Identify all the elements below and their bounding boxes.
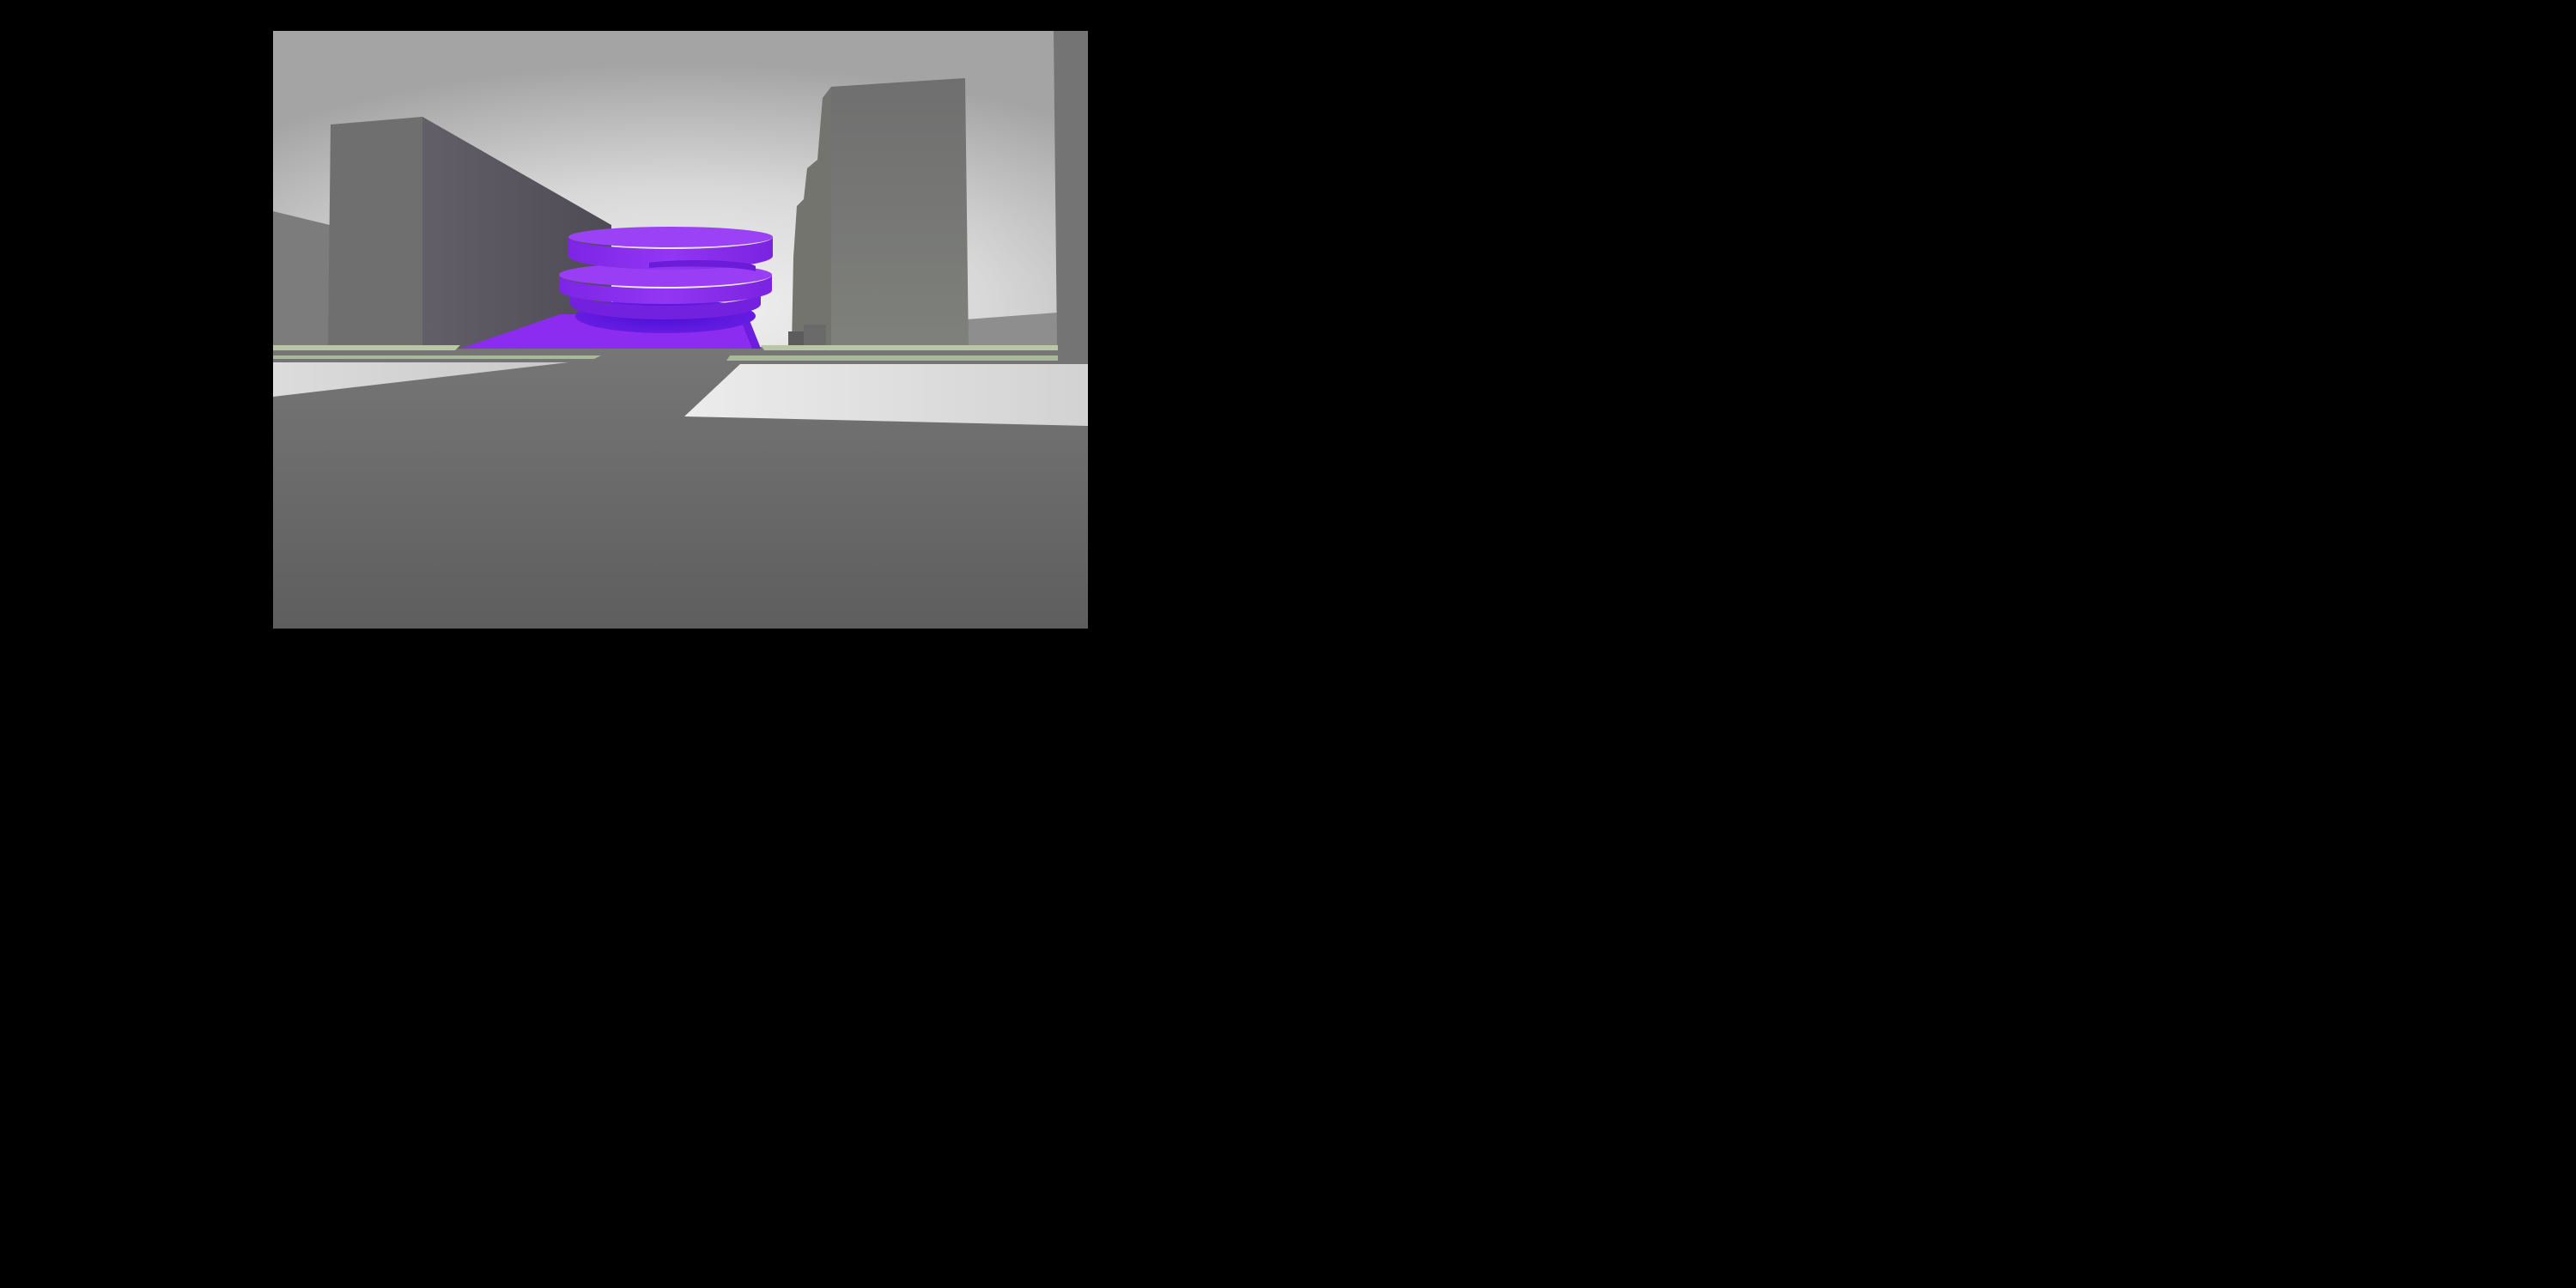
base-structure-small xyxy=(788,331,804,347)
base-structure xyxy=(804,325,826,347)
ring-upper-top xyxy=(568,227,773,247)
left-distant-building xyxy=(273,211,330,347)
right-tall-building xyxy=(831,78,969,350)
right-plaza xyxy=(684,364,1088,426)
right-edge-building xyxy=(1054,31,1088,388)
viewport-frame xyxy=(0,0,1346,673)
left-tall-building xyxy=(328,117,422,349)
render-image xyxy=(273,31,1088,629)
render-area xyxy=(273,31,1088,629)
